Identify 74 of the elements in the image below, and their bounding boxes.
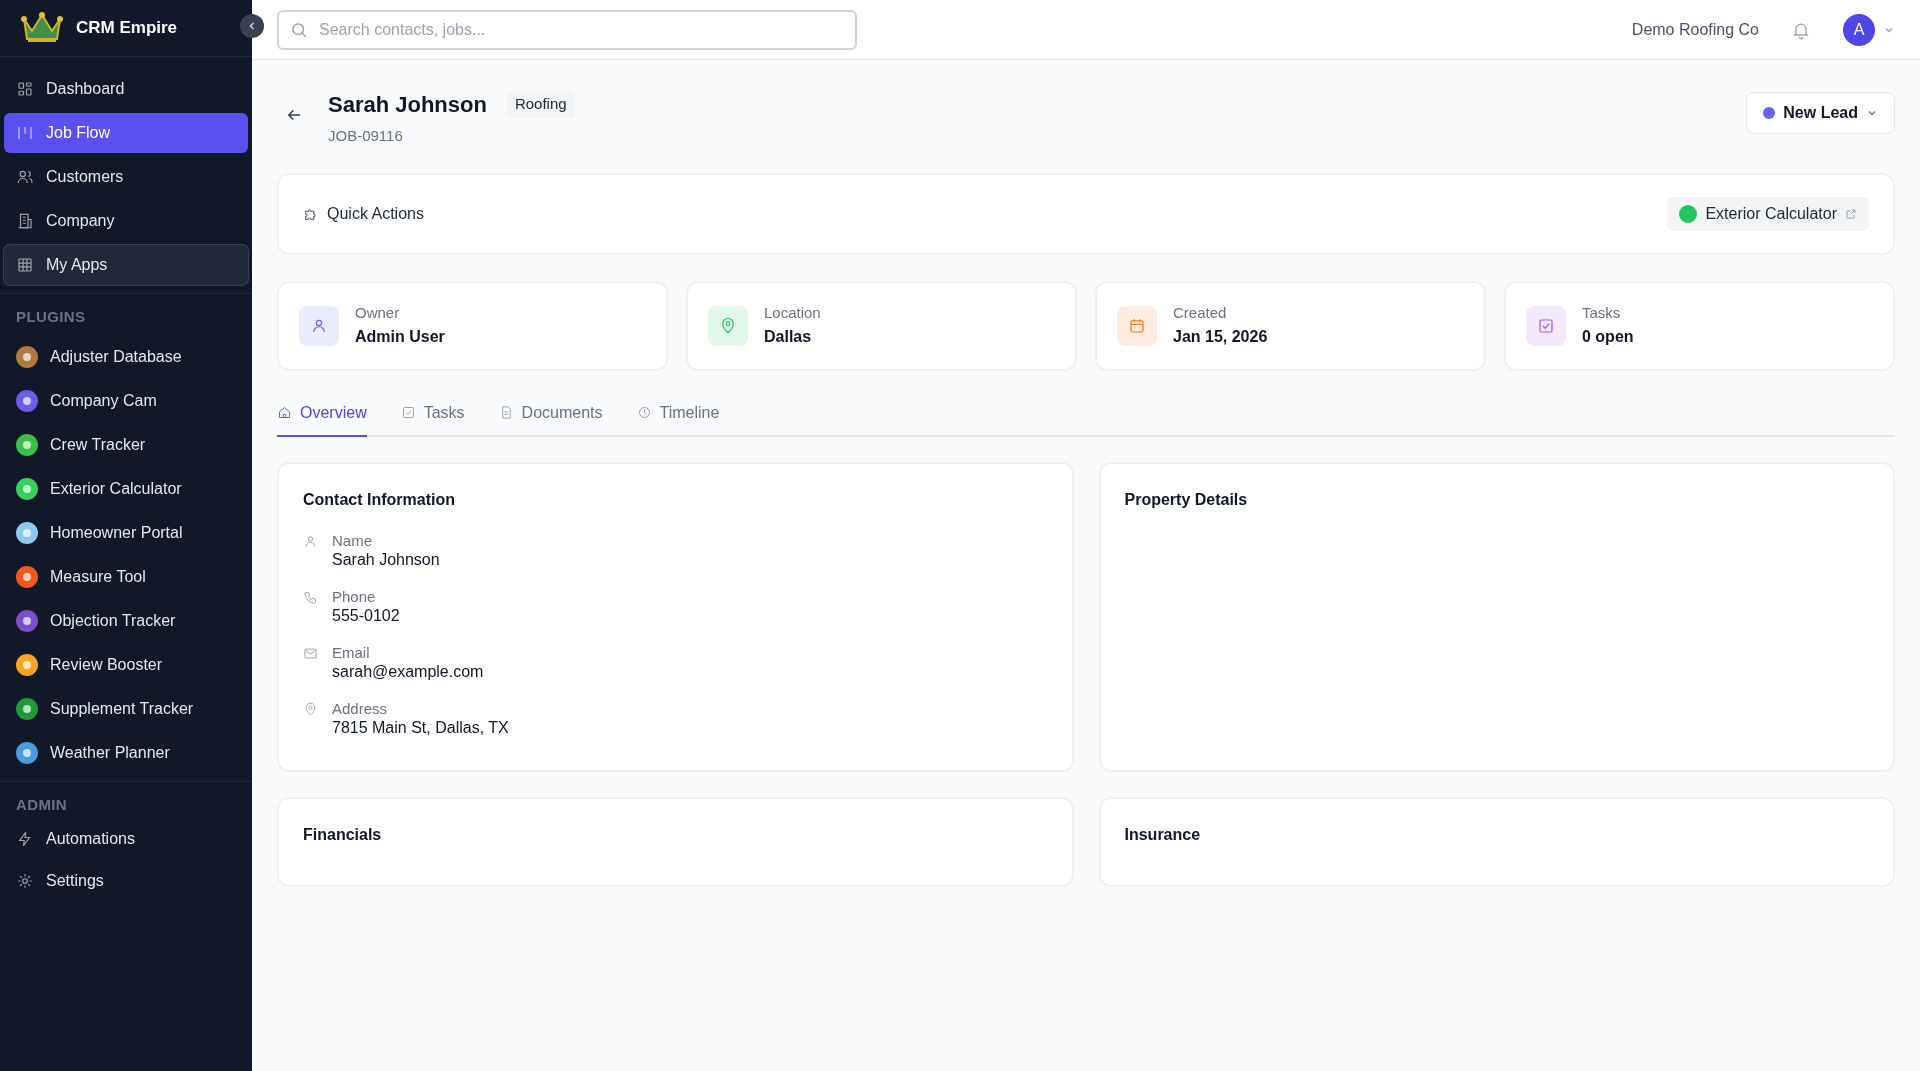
job-number: JOB-09116 <box>328 126 404 146</box>
field-value: 7815 Main St, Dallas, TX <box>332 717 509 738</box>
external-link-icon <box>1845 207 1857 220</box>
chevron-left-icon <box>247 21 257 31</box>
nav-item[interactable]: Settings <box>4 862 248 900</box>
stat-label: Owner <box>355 303 401 324</box>
stat-value: 0 open <box>1582 326 1634 347</box>
map-pin-icon <box>303 701 318 717</box>
card-title: Financials <box>303 824 383 845</box>
envelope-icon <box>303 645 318 661</box>
nav-item[interactable]: My Apps <box>4 245 248 285</box>
company-name: Demo Roofing Co <box>1631 19 1759 40</box>
card-title: Property Details <box>1124 489 1249 510</box>
nav-item[interactable]: Customers <box>4 157 248 197</box>
clock-icon <box>636 405 652 420</box>
user-avatar[interactable]: A <box>1843 13 1875 46</box>
settings-icon <box>16 872 34 890</box>
stat-value: Dallas <box>764 326 813 347</box>
tab[interactable]: Documents <box>498 400 603 437</box>
plugin-item[interactable]: Adjuster Database <box>4 336 248 377</box>
quick-actions-title: Quick Actions <box>327 203 424 224</box>
plugin-item[interactable]: Weather Planner <box>4 732 248 773</box>
users-icon <box>16 168 34 186</box>
stat-label: Tasks <box>1582 303 1622 324</box>
stat-label: Created <box>1173 303 1228 324</box>
grid-icon <box>16 80 34 98</box>
card-title: Contact Information <box>303 489 456 510</box>
search-icon <box>290 20 308 39</box>
plugin-item[interactable]: Measure Tool <box>4 556 248 597</box>
plugin-item[interactable]: Objection Tracker <box>4 600 248 641</box>
job-title: Sarah Johnson <box>328 91 487 119</box>
building-icon <box>16 212 34 230</box>
nav-item[interactable]: Company <box>4 201 248 241</box>
plugin-item[interactable]: Homeowner Portal <box>4 512 248 553</box>
field-label: Name <box>332 531 373 550</box>
section-heading: PLUGINS <box>15 307 87 327</box>
phone-icon <box>303 589 318 605</box>
tab[interactable]: Tasks <box>400 400 465 437</box>
nav-item[interactable]: Dashboard <box>4 69 248 109</box>
stat-value: Jan 15, 2026 <box>1173 326 1268 347</box>
plugin-item[interactable]: Supplement Tracker <box>4 688 248 729</box>
checkbox-icon <box>1537 316 1555 335</box>
card-title: Insurance <box>1124 824 1202 845</box>
status-dropdown[interactable]: New Lead <box>1746 92 1895 134</box>
person-icon <box>303 533 318 549</box>
stat-value: Admin User <box>355 326 445 347</box>
field-label: Phone <box>332 587 377 606</box>
crown-logo-icon <box>20 11 64 45</box>
trade-tag: Roofing <box>506 91 575 118</box>
field-value: 555-0102 <box>332 605 400 626</box>
plugin-action-button[interactable]: Exterior Calculator <box>1667 196 1869 231</box>
tab[interactable]: Overview <box>277 400 367 437</box>
checkbox-icon <box>400 405 416 420</box>
field-label: Address <box>332 699 389 718</box>
tab[interactable]: Timeline <box>636 400 720 437</box>
collapse-sidebar-button[interactable] <box>240 14 264 38</box>
brand-name: CRM Empire <box>76 17 178 40</box>
plugin-item[interactable]: Exterior Calculator <box>4 468 248 509</box>
nav-item[interactable]: Job Flow <box>4 113 248 153</box>
home-icon <box>277 405 292 420</box>
map-pin-icon <box>719 316 737 335</box>
stat-label: Location <box>764 303 821 324</box>
plugin-item[interactable]: Company Cam <box>4 380 248 421</box>
plugin-item[interactable]: Review Booster <box>4 644 248 685</box>
search-field[interactable]: Search contacts, jobs... <box>277 9 857 50</box>
field-value: Sarah Johnson <box>332 549 440 570</box>
calendar-icon <box>1128 316 1146 335</box>
apps-grid-icon <box>16 256 34 274</box>
nav-item[interactable]: Automations <box>4 820 248 858</box>
field-label: Email <box>332 643 371 662</box>
plugin-item[interactable]: Crew Tracker <box>4 424 248 465</box>
section-heading: ADMIN <box>15 794 69 815</box>
field-value: sarah@example.com <box>332 661 484 682</box>
kanban-icon <box>16 124 34 142</box>
